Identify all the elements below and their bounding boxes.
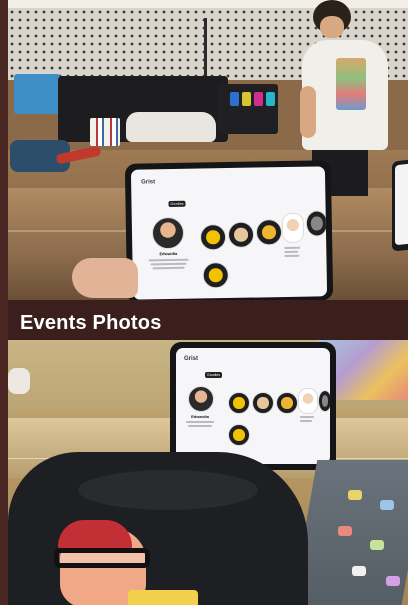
tab-item[interactable]	[188, 201, 192, 207]
profile-name: Edwardia	[159, 250, 178, 257]
tab-bar: Goodies	[198, 372, 229, 378]
tshirt-fold	[78, 470, 258, 510]
tab-goodies[interactable]: Goodies	[205, 372, 223, 378]
tab-item[interactable]	[225, 372, 229, 378]
sticker-option[interactable]	[202, 262, 229, 289]
ceiling-light	[8, 0, 408, 8]
sticker-option[interactable]	[199, 224, 227, 251]
tab-goodies[interactable]: Goodies	[168, 200, 186, 208]
hand	[72, 258, 138, 298]
card-text-line	[300, 416, 314, 418]
sticker-sheets	[90, 118, 120, 146]
tab-bar: Goodies	[161, 200, 192, 208]
event-photo-top: Grist Goodies Edwardia	[8, 0, 408, 300]
profile-text-line	[186, 421, 214, 423]
blue-device	[14, 74, 60, 114]
tablet-device: Grist Goodies Edwardia	[170, 342, 336, 470]
app-logo: Grist	[184, 356, 199, 362]
profile-name: Edwardia	[191, 414, 209, 419]
pin-badge	[338, 526, 352, 536]
profile-text-line	[188, 425, 212, 427]
event-photo-bottom: Grist Goodies Edwardia	[8, 340, 408, 605]
sticker-option[interactable]	[255, 219, 283, 246]
tab-item[interactable]	[198, 372, 202, 378]
white-object	[8, 368, 30, 394]
profile-text-line	[152, 266, 185, 270]
card-text-line	[284, 246, 301, 250]
print-character-glasses	[54, 548, 150, 568]
profile-text-line	[148, 258, 189, 262]
tablet-device: Grist Goodies Edwardia	[124, 160, 334, 300]
print-character-body	[128, 590, 198, 605]
pin-badge	[380, 500, 394, 510]
sticker-option[interactable]	[228, 392, 250, 414]
sticker-option[interactable]	[305, 210, 328, 237]
pin-badge	[386, 576, 400, 586]
pin-badge	[348, 490, 362, 500]
sticker-option[interactable]	[318, 390, 330, 412]
ink-cartridge	[266, 92, 275, 106]
card-text-line	[300, 420, 312, 422]
tablet-screen: Grist Goodies Edwardia	[176, 348, 330, 464]
portrait-card[interactable]	[298, 388, 318, 414]
print-character-hair	[58, 520, 132, 550]
profile-avatar[interactable]	[188, 386, 214, 412]
pin-badge	[370, 540, 384, 550]
page-frame: Grist Goodies Edwardia Events Photos Gri…	[0, 0, 408, 605]
tab-item[interactable]	[161, 201, 165, 207]
sticker-option[interactable]	[276, 392, 298, 414]
portrait-card[interactable]	[281, 212, 305, 244]
ink-cartridge	[230, 92, 239, 106]
ink-cartridge	[242, 92, 251, 106]
card-text-line	[284, 250, 299, 254]
sticker-option[interactable]	[252, 392, 274, 414]
section-title: Events Photos	[20, 312, 162, 334]
shirt-print	[336, 58, 366, 110]
card-text-line	[284, 254, 300, 258]
left-border	[0, 0, 8, 605]
person-arm	[300, 86, 316, 138]
sneakers	[126, 112, 216, 142]
tablet-side	[392, 158, 408, 252]
sticker-option[interactable]	[227, 221, 255, 249]
sticker-option[interactable]	[228, 424, 250, 446]
profile-text-line	[150, 262, 187, 266]
profile-avatar[interactable]	[151, 216, 185, 250]
pin-badge	[352, 566, 366, 576]
ink-cartridge	[254, 92, 263, 106]
tablet-screen: Grist Goodies Edwardia	[130, 166, 328, 300]
person-face	[320, 16, 344, 38]
app-logo: Grist	[141, 179, 156, 186]
